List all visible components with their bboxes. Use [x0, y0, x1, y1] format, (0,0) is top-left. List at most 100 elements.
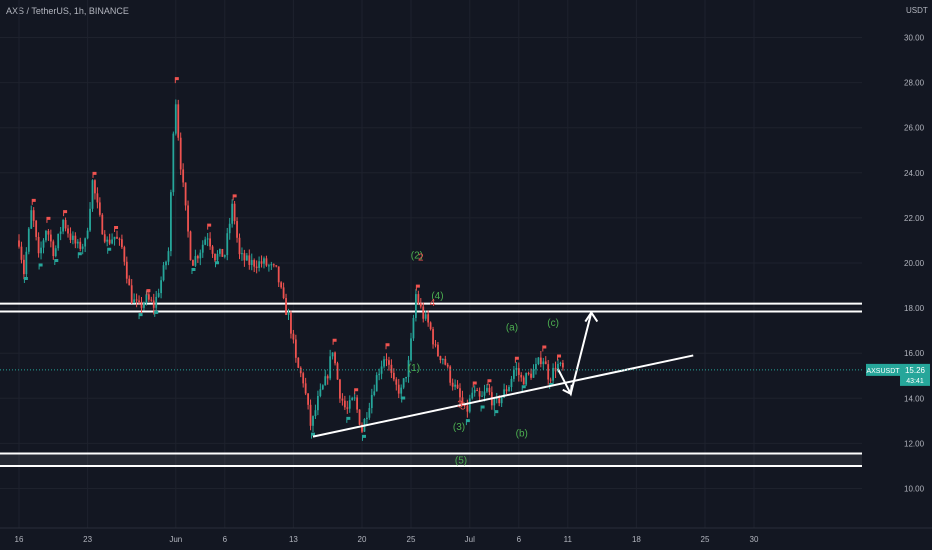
- candle-body: [265, 258, 268, 266]
- candle-body: [539, 357, 542, 365]
- y-tick-label: 26.00: [904, 124, 925, 133]
- sell-flag: [514, 356, 519, 363]
- candle-body: [366, 417, 368, 419]
- candle-body: [196, 256, 199, 259]
- candle-body: [297, 357, 300, 368]
- symbol-badge-label: AXSUSDT: [866, 368, 900, 375]
- candle-body: [199, 252, 202, 259]
- candle-body: [290, 312, 292, 334]
- candle-body: [505, 389, 508, 392]
- candle-body: [182, 169, 185, 183]
- candle-body: [353, 397, 356, 399]
- candle-body: [532, 369, 535, 378]
- candle-body: [187, 205, 189, 232]
- x-tick-label: 6: [517, 535, 522, 544]
- buy-flag: [480, 405, 485, 412]
- candle-body: [241, 253, 243, 255]
- sell-flag: [415, 284, 420, 291]
- candle-body: [263, 258, 265, 264]
- sell-flag: [232, 194, 237, 201]
- y-tick-label: 30.00: [904, 34, 925, 43]
- buy-flag: [77, 252, 82, 259]
- candle-body: [94, 180, 96, 194]
- candle-body: [260, 261, 263, 264]
- candle-body: [456, 384, 459, 389]
- x-tick-label: 23: [83, 535, 92, 544]
- candle-body: [179, 137, 182, 170]
- candle-body: [468, 398, 471, 412]
- candle-body: [20, 246, 23, 260]
- candle-body: [170, 192, 172, 252]
- candle-body: [216, 253, 219, 261]
- candle-body: [395, 379, 398, 385]
- candle-body: [145, 294, 148, 304]
- candle-body: [54, 248, 57, 257]
- candle-body: [400, 387, 403, 394]
- candle-body: [32, 210, 35, 221]
- candle-body: [123, 247, 126, 262]
- candle-body: [312, 416, 314, 426]
- candle-body: [471, 392, 474, 399]
- candle-body: [331, 352, 334, 357]
- y-tick-label: 22.00: [904, 214, 925, 223]
- candle-body: [214, 253, 216, 261]
- candle-body: [449, 366, 452, 383]
- candle-body: [116, 236, 118, 239]
- candle-body: [226, 233, 229, 256]
- candle-body: [57, 233, 60, 249]
- candle-body: [209, 238, 211, 247]
- sell-flag: [557, 354, 562, 361]
- candle-body: [211, 246, 214, 254]
- candle-body: [427, 314, 430, 323]
- candle-body: [23, 259, 25, 275]
- support-zone: [0, 453, 862, 466]
- price-axis: 10.00 12.00 14.00 16.00 18.00 20.00 22.00 24.00…: [904, 34, 925, 494]
- sell-flag: [46, 216, 51, 223]
- buy-flag: [107, 247, 112, 254]
- x-tick-label: Jun: [169, 535, 182, 544]
- candle-body: [204, 239, 207, 245]
- candle-body: [177, 104, 180, 138]
- candle-body: [238, 237, 241, 255]
- candle-body: [30, 210, 33, 229]
- candle-body: [454, 384, 456, 387]
- signal-markers: [23, 77, 562, 441]
- candle-body: [174, 104, 177, 134]
- candle-body: [422, 306, 425, 319]
- price-chart[interactable]: (2)2(4)4(1)35(3)(5)(a) (c)(b) 10.0012.001…: [0, 0, 932, 550]
- candle-body: [549, 379, 552, 381]
- candle-body: [52, 241, 55, 257]
- buy-flag: [401, 396, 406, 403]
- candle-body: [253, 260, 256, 267]
- candles: [18, 99, 564, 434]
- x-tick-label: 13: [289, 535, 298, 544]
- x-tick-label: Jul: [465, 535, 475, 544]
- y-tick-label: 14.00: [904, 394, 925, 403]
- candle-body: [486, 387, 488, 392]
- buy-flag: [191, 268, 196, 274]
- wave-label: (b): [516, 429, 528, 440]
- buy-flag: [465, 419, 470, 426]
- candle-body: [309, 404, 312, 426]
- candle-body: [476, 389, 479, 392]
- candle-body: [292, 333, 295, 340]
- candle-body: [559, 362, 562, 364]
- y-tick-label: 16.00: [904, 349, 925, 358]
- candle-body: [165, 261, 167, 266]
- sell-flag: [354, 388, 359, 395]
- candle-body: [285, 298, 287, 315]
- candle-body: [91, 180, 94, 209]
- candle-body: [155, 296, 158, 308]
- candle-body: [299, 367, 302, 374]
- wave-label: (3): [453, 422, 465, 433]
- buy-flag: [138, 313, 143, 320]
- candle-body: [493, 399, 496, 406]
- candle-body: [441, 358, 444, 361]
- candle-body: [84, 238, 87, 247]
- candle-body: [194, 256, 197, 266]
- candle-body: [508, 387, 510, 392]
- x-tick-label: 25: [701, 535, 710, 544]
- candle-body: [157, 293, 160, 297]
- x-tick-label: 11: [564, 535, 573, 544]
- candle-body: [459, 388, 461, 398]
